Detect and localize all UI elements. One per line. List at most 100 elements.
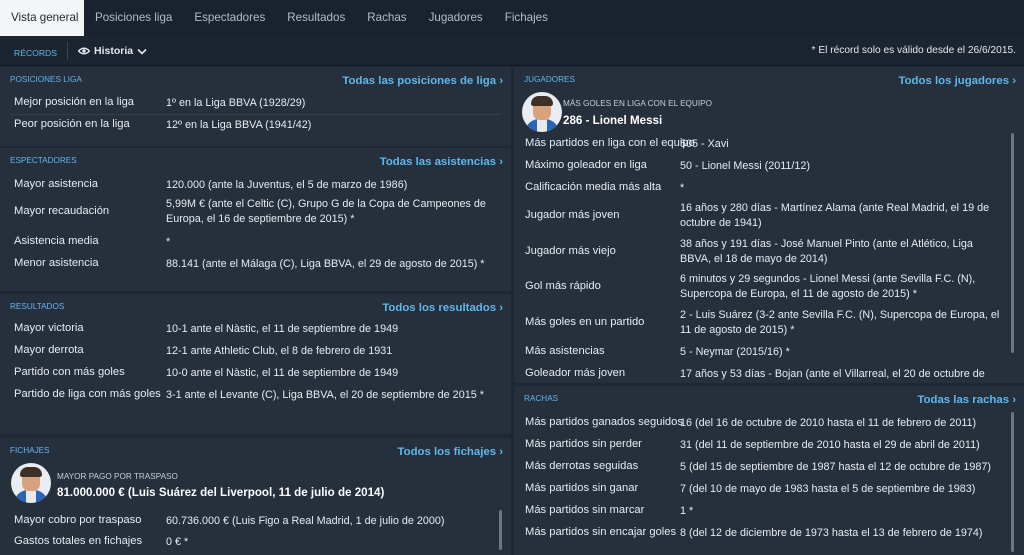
panel-title: POSICIONES LIGA [10,75,82,84]
scrollbar[interactable] [1011,133,1014,353]
row-value: 12-1 ante Athletic Club, el 8 de febrero… [166,345,393,357]
chevron-right-icon: › [1012,394,1016,406]
list-item: Más partidos sin ganar 7 (del 10 de mayo … [514,482,1024,497]
row-label: Máximo goleador en liga [525,159,647,171]
tab-resultados[interactable]: Resultados [276,0,356,36]
row-value: 10-0 ante el Nàstic, el 11 de septiembre… [166,367,399,379]
chevron-right-icon: › [499,156,503,168]
player-avatar [11,463,51,503]
link-label: Todas las asistencias [379,156,497,168]
avatar-part [26,490,36,503]
feature-value: 81.000.000 € (Luis Suárez del Liverpool,… [57,486,385,499]
list-item: Mayor recaudación 5,99M € (ante el Celtic… [0,197,511,227]
list-item: Gol más rápido 6 minutos y 29 segundos - … [514,272,1024,302]
row-value: 7 (del 10 de mayo de 1983 hasta el 5 de … [680,483,976,495]
tab-jugadores[interactable]: Jugadores [418,0,494,36]
row-label: Partido con más goles [14,366,125,378]
panel-title: FICHAJES [10,446,50,455]
row-value: 6 minutos y 29 segundos - Lionel Messi (… [680,273,976,300]
divider [67,42,68,60]
row-label: Más partidos ganados seguidos [525,416,683,428]
avatar-part [537,119,547,132]
rachas-link[interactable]: Todas las rachas › [917,394,1016,406]
list-item: Asistencia media * [0,235,511,250]
row-value: * [680,182,685,194]
row-label: Más partidos sin perder [525,438,642,450]
espectadores-link[interactable]: Todas las asistencias › [380,156,503,168]
row-value: 38 años y 191 días - José Manuel Pinto (… [680,238,973,265]
row-value: 1 * [680,505,694,517]
record-note: * El récord solo es válido desde el 26/6… [811,45,1016,56]
player-avatar [522,92,562,132]
avatar-part [531,96,553,106]
scrollbar[interactable] [499,510,502,550]
list-item: Más partidos en liga con el equipo 505 - … [514,137,1024,152]
list-item: Partido con más goles 10-0 ante el Nàstic… [0,366,511,381]
list-item: Menor asistencia 88.141 (ante el Málaga (… [0,257,511,272]
row-value: 50 - Lionel Messi (2011/12) [680,160,811,172]
row-label: Calificación media más alta [525,181,662,193]
row-value: 0 € * [166,536,189,548]
list-item: Mayor cobro por traspaso 60.736.000 € (Lu… [0,514,511,529]
scrollbar[interactable] [1011,412,1014,552]
row-label: Más partidos en liga con el equipo [525,137,695,149]
tab-rachas[interactable]: Rachas [356,0,417,36]
row-label: Jugador más joven [525,209,620,221]
row-label: Más goles en un partido [525,316,645,328]
row-value: 5,99M € (ante el Celtic (C), Grupo G de … [166,198,486,225]
row-value: 16 años y 280 días - Martínez Alama (ant… [680,202,990,229]
tab-bar: Vista general Posiciones liga Espectador… [0,0,1024,36]
panel-title: JUGADORES [524,75,575,84]
list-item: Gastos totales en fichajes 0 € * [0,535,511,550]
tab-fichajes[interactable]: Fichajes [494,0,559,36]
row-label: Más partidos sin encajar goles [525,526,677,538]
tab-posiciones-liga[interactable]: Posiciones liga [84,0,183,36]
row-label: Mejor posición en la liga [14,96,135,108]
posiciones-link[interactable]: Todas las posiciones de liga › [342,75,503,87]
jugadores-panel: JUGADORES Todos los jugadores › MÁS GOLE… [514,67,1024,383]
link-label: Todos los jugadores [898,75,1010,87]
list-item: Más partidos sin perder 31 (del 11 de sep… [514,438,1024,453]
link-label: Todas las rachas [917,394,1010,406]
espectadores-panel: ESPECTADORES Todas las asistencias › May… [0,148,511,291]
row-label: Mayor recaudación [14,205,110,217]
row-label: Más asistencias [525,345,605,357]
row-value: 8 (del 12 de diciembre de 1973 hasta el … [680,527,983,539]
row-label: Más derrotas seguidas [525,460,639,472]
row-label: Goleador más joven [525,367,626,379]
records-label: RÉCORDS [14,48,57,58]
fichajes-link[interactable]: Todos los fichajes › [398,446,504,458]
tab-vista-general[interactable]: Vista general [0,0,84,36]
link-label: Todas las posiciones de liga [342,75,497,87]
list-item: Calificación media más alta * [514,181,1024,196]
row-value: 17 años y 53 días - Bojan (ante el Villa… [680,368,985,380]
list-item: Mayor victoria 10-1 ante el Nàstic, el 11… [0,322,511,337]
historia-dropdown[interactable]: Historia [78,45,147,57]
list-item: Jugador más viejo 38 años y 191 días - Jo… [514,237,1024,267]
row-label: Menor asistencia [14,257,99,269]
resultados-link[interactable]: Todos los resultados › [382,302,503,314]
list-item: Máximo goleador en liga 50 - Lionel Messi… [514,159,1024,174]
list-item: Mayor derrota 12-1 ante Athletic Club, el… [0,344,511,359]
panel-title: ESPECTADORES [10,156,77,165]
row-label: Mayor asistencia [14,178,98,190]
divider [10,114,501,115]
resultados-panel: RESULTADOS Todos los resultados › Mayor … [0,294,511,434]
feature-title: MÁS GOLES EN LIGA CON EL EQUIPO [563,99,712,108]
eye-icon [78,47,90,55]
row-label: Gol más rápido [525,280,601,292]
row-label: Asistencia media [14,235,99,247]
row-label: Jugador más viejo [525,245,616,257]
list-item: Peor posición en la liga 12º en la Liga B… [0,118,511,133]
tab-espectadores[interactable]: Espectadores [183,0,276,36]
row-label: Partido de liga con más goles [14,388,161,400]
list-item: Jugador más joven 16 años y 280 días - Ma… [514,201,1024,231]
row-value: 3-1 ante el Levante (C), Liga BBVA, el 2… [166,389,484,401]
historia-label: Historia [94,45,134,57]
avatar-part [20,467,42,477]
row-value: 12º en la Liga BBVA (1941/42) [166,119,312,131]
jugadores-link[interactable]: Todos los jugadores › [898,75,1016,87]
list-item: Más derrotas seguidas 5 (del 15 de septie… [514,460,1024,475]
row-value: * [166,236,171,248]
posiciones-liga-panel: POSICIONES LIGA Todas las posiciones de … [0,67,511,146]
